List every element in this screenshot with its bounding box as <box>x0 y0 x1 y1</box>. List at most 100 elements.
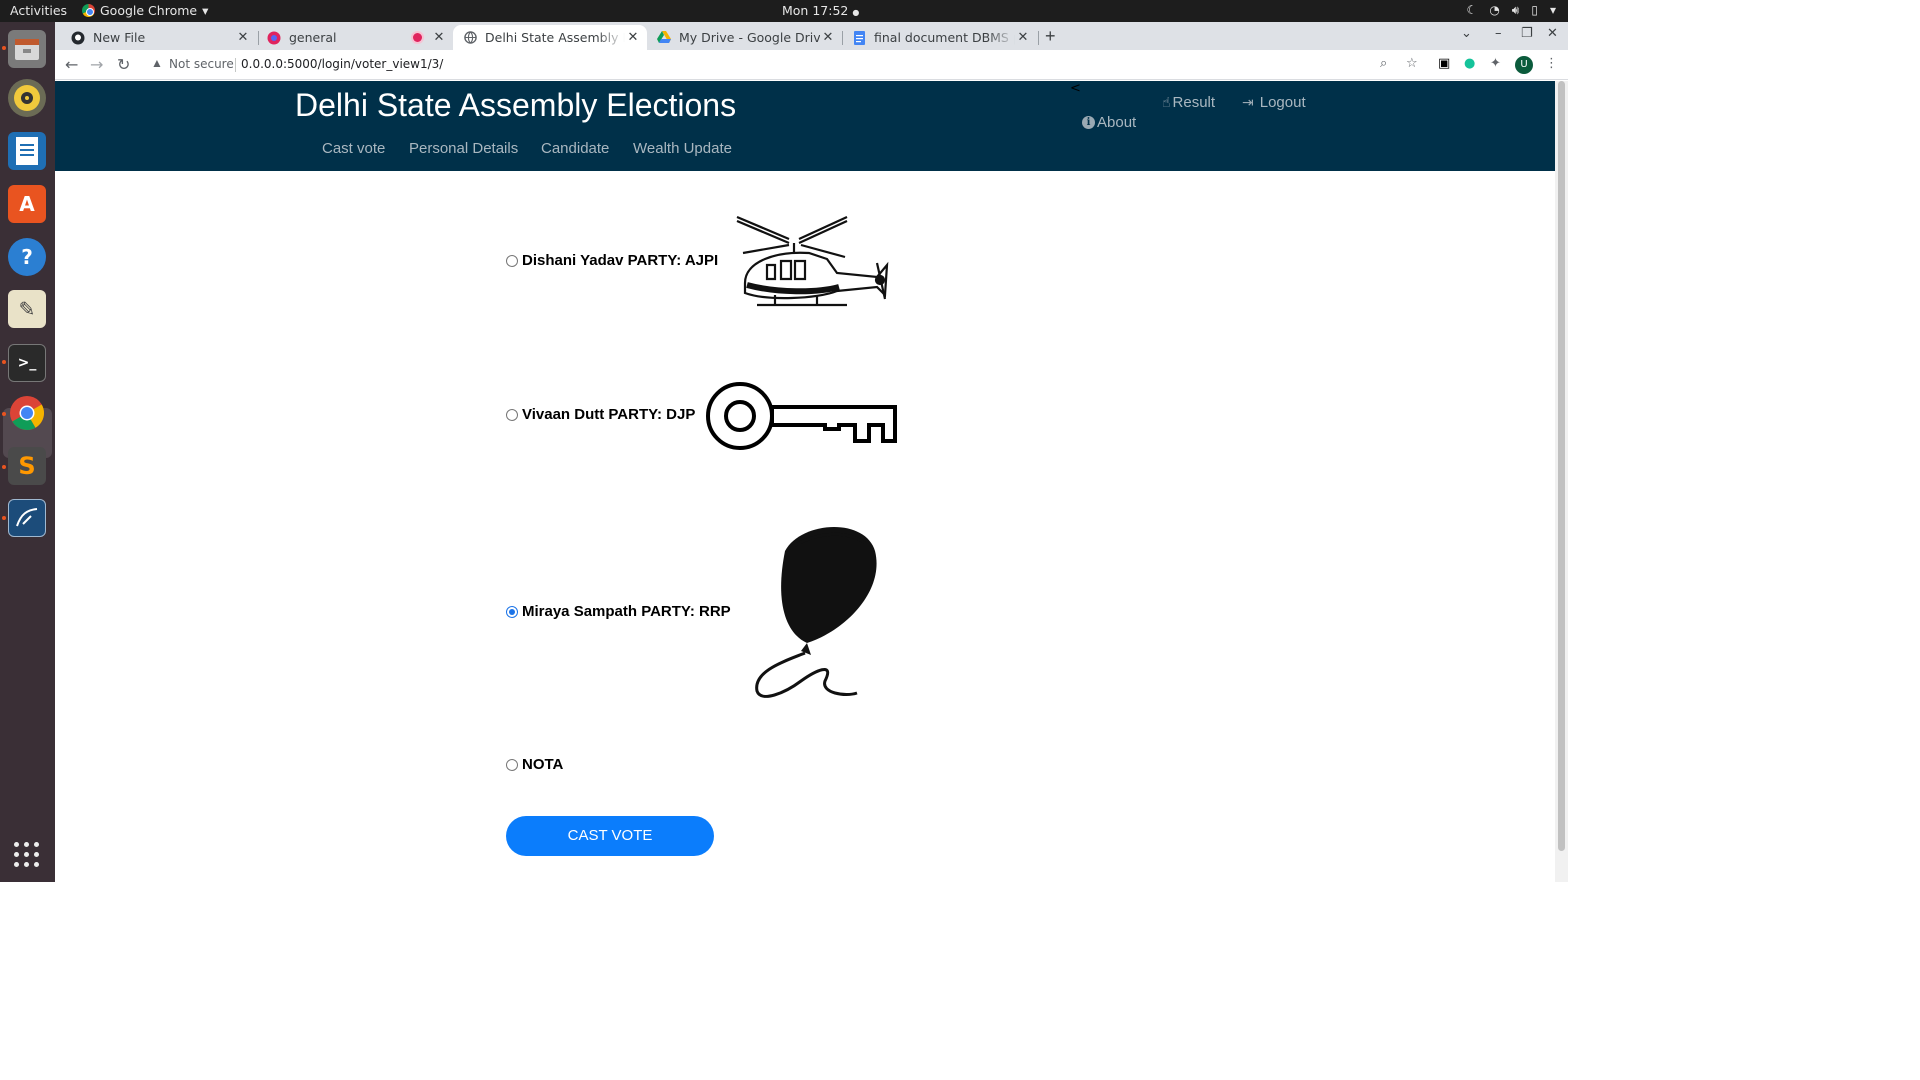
bookmark-star-icon[interactable]: ☆ <box>1406 56 1418 71</box>
wifi-icon: ◔ <box>1489 3 1500 17</box>
running-indicator <box>2 360 6 364</box>
back-button[interactable]: ← <box>65 55 78 74</box>
logout-icon: ⇥ <box>1242 94 1254 111</box>
tab-docs-dbms[interactable]: final document DBMS project ✕ <box>842 25 1037 50</box>
tab-new-file[interactable]: New File ✕ <box>61 25 257 50</box>
cast-vote-button[interactable]: CAST VOTE <box>506 816 714 856</box>
files-icon[interactable] <box>8 30 46 68</box>
address-bar[interactable]: ▲ Not secure 0.0.0.0:5000/login/voter_vi… <box>141 53 1496 77</box>
candidate-radio[interactable] <box>506 605 518 618</box>
chrome-icon[interactable] <box>8 394 46 432</box>
tab-delhi-elections[interactable]: Delhi State Assembly Elections ✕ <box>453 25 647 50</box>
restore-button[interactable]: ❐ <box>1521 26 1533 41</box>
close-icon[interactable]: ✕ <box>625 30 641 45</box>
terminal-icon[interactable]: >_ <box>8 344 46 382</box>
forward-button[interactable]: → <box>90 55 103 74</box>
zoom-icon[interactable]: ⌕ <box>1380 56 1387 71</box>
close-icon[interactable]: ✕ <box>431 30 447 45</box>
new-tab-button[interactable]: + <box>1045 26 1056 47</box>
clock[interactable]: Mon 17:52 ● <box>782 3 859 18</box>
extension-icon[interactable]: ▣ <box>1438 56 1450 71</box>
result-label: Result <box>1172 94 1216 111</box>
mysql-workbench-icon[interactable] <box>8 499 46 537</box>
extensions-puzzle-icon[interactable]: ✦ <box>1490 56 1501 71</box>
close-icon[interactable]: ✕ <box>1015 30 1031 45</box>
nav-personal-details[interactable]: Personal Details <box>409 140 518 157</box>
scrollbar-thumb[interactable] <box>1558 81 1565 851</box>
close-window-button[interactable]: ✕ <box>1547 26 1558 41</box>
show-applications-icon[interactable] <box>14 842 40 868</box>
nav-cast-vote[interactable]: Cast vote <box>322 140 385 157</box>
warning-icon: ▲ <box>151 56 163 70</box>
app-menu-label: Google Chrome <box>100 3 198 18</box>
rhythmbox-icon[interactable] <box>8 79 46 117</box>
text-editor-icon[interactable]: ✎ <box>8 290 46 328</box>
close-icon[interactable]: ✕ <box>820 30 836 45</box>
candidate-option[interactable]: Miraya Sampath PARTY: RRP <box>506 603 731 620</box>
system-top-bar: Activities Google Chrome ▾ Mon 17:52 ● ☾… <box>0 0 1568 22</box>
notification-dot-icon: ● <box>852 8 860 17</box>
tab-separator <box>1038 31 1039 45</box>
candidate-radio[interactable] <box>506 408 518 421</box>
candidate-option[interactable]: Vivaan Dutt PARTY: DJP <box>506 406 695 423</box>
running-indicator <box>2 516 6 520</box>
info-icon: i <box>1082 116 1095 129</box>
discord-icon <box>267 31 281 45</box>
volume-icon: 🔊︎ <box>1511 3 1520 17</box>
help-icon[interactable]: ? <box>8 238 46 276</box>
libreoffice-writer-icon[interactable] <box>8 132 46 170</box>
page-viewport: Delhi State Assembly Elections Cast vote… <box>55 81 1568 882</box>
system-tray[interactable]: ☾ ◔ 🔊︎ ▯ ▾ <box>1467 3 1556 18</box>
candidate-label[interactable]: Vivaan Dutt PARTY: DJP <box>522 406 695 423</box>
balloon-symbol <box>745 521 885 703</box>
tab-title: final document DBMS project <box>874 30 1015 45</box>
grammarly-icon[interactable]: ● <box>1464 56 1475 71</box>
running-indicator <box>2 412 6 416</box>
close-icon[interactable]: ✕ <box>235 30 251 45</box>
nota-option[interactable]: NOTA <box>506 756 563 773</box>
tab-title: general <box>289 30 337 45</box>
more-menu-icon[interactable]: ⋮ <box>1545 56 1558 71</box>
nav-candidate[interactable]: Candidate <box>541 140 609 157</box>
software-center-icon[interactable]: A <box>8 185 46 223</box>
key-symbol <box>705 379 900 454</box>
site-header: Delhi State Assembly Elections Cast vote… <box>55 81 1555 171</box>
candidate-radio[interactable] <box>506 254 518 267</box>
tab-google-drive[interactable]: My Drive - Google Drive ✕ <box>647 25 842 50</box>
night-light-icon: ☾ <box>1466 3 1478 17</box>
candidate-label[interactable]: Miraya Sampath PARTY: RRP <box>522 603 731 620</box>
globe-icon <box>463 31 477 45</box>
recording-icon <box>413 33 422 42</box>
drive-icon <box>657 31 671 45</box>
logout-link[interactable]: ⇥ Logout <box>1242 94 1306 111</box>
logout-label: Logout <box>1259 94 1306 111</box>
url-text[interactable]: 0.0.0.0:5000/login/voter_view1/3/ <box>241 57 443 71</box>
page-title: Delhi State Assembly Elections <box>295 87 737 123</box>
nav-wealth-update[interactable]: Wealth Update <box>633 140 732 157</box>
clock-text: Mon 17:52 <box>782 3 849 18</box>
candidate-option[interactable]: Dishani Yadav PARTY: AJPI <box>506 252 718 269</box>
chevron-down-icon: ▾ <box>1549 3 1556 17</box>
scrollbar[interactable] <box>1555 81 1568 882</box>
reload-button[interactable]: ↻ <box>117 55 130 74</box>
chrome-icon <box>82 4 95 17</box>
tab-search-icon[interactable]: ⌄ <box>1461 26 1472 41</box>
tab-title: New File <box>93 30 146 45</box>
sublime-text-icon[interactable]: S <box>8 447 46 485</box>
app-menu[interactable]: Google Chrome ▾ <box>82 3 208 18</box>
divider <box>235 58 236 72</box>
candidate-label[interactable]: Dishani Yadav PARTY: AJPI <box>522 252 718 269</box>
running-indicator <box>2 465 6 469</box>
tab-title: My Drive - Google Drive <box>679 30 820 45</box>
security-status[interactable]: Not secure <box>169 57 234 71</box>
battery-icon: ▯ <box>1531 3 1538 17</box>
about-link[interactable]: i About <box>1082 114 1136 131</box>
candidate-label[interactable]: NOTA <box>522 756 563 773</box>
result-link[interactable]: ☝ Result <box>1162 94 1215 111</box>
tab-general[interactable]: general ✕ <box>257 25 453 50</box>
docs-icon <box>852 30 866 45</box>
candidate-radio[interactable] <box>506 758 518 771</box>
profile-avatar[interactable]: U <box>1515 56 1533 74</box>
activities-button[interactable]: Activities <box>10 3 67 18</box>
minimize-button[interactable]: – <box>1495 26 1502 41</box>
